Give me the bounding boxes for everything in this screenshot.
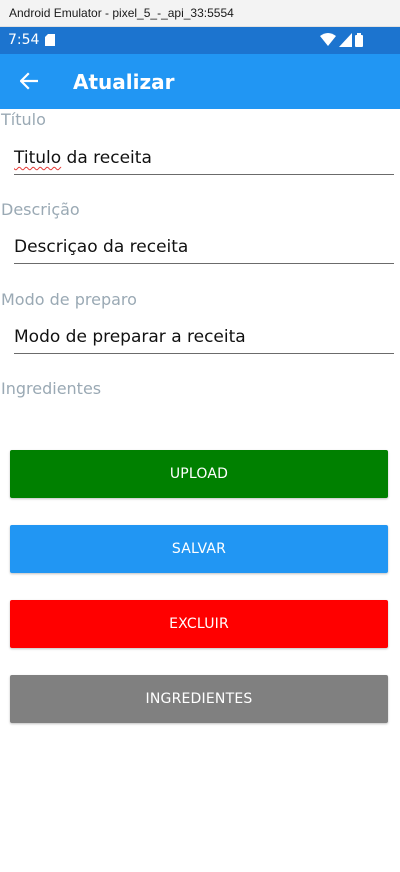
excluir-button[interactable]: EXCLUIR (10, 600, 388, 648)
ingredientes-label: Ingredientes (1, 379, 102, 398)
titulo-input[interactable]: Titulo da receita (14, 143, 394, 175)
ingredientes-button[interactable]: INGREDIENTES (10, 675, 388, 723)
descricao-input[interactable]: Descriçao da receita (14, 232, 394, 264)
back-button[interactable] (10, 62, 48, 100)
modo-preparo-input[interactable]: Modo de preparar a receita (14, 322, 394, 354)
modo-preparo-label: Modo de preparo (1, 290, 137, 309)
wifi-icon (320, 33, 336, 46)
modo-preparo-value: Modo de preparar a receita (14, 327, 246, 347)
salvar-button[interactable]: SALVAR (10, 525, 388, 573)
status-time: 7:54 (8, 32, 40, 48)
battery-icon (355, 33, 363, 47)
descricao-label: Descrição (1, 200, 80, 219)
page-title: Atualizar (73, 70, 175, 94)
titulo-value: Titulo da receita (14, 148, 152, 168)
toolbar: Atualizar (0, 54, 400, 109)
upload-button[interactable]: UPLOAD (10, 450, 388, 498)
sd-card-icon (45, 34, 55, 46)
signal-icon (339, 33, 352, 47)
emulator-title-bar: Android Emulator - pixel_5_-_api_33:5554 (0, 0, 400, 27)
emulator-window: Android Emulator - pixel_5_-_api_33:5554… (0, 0, 400, 872)
emulator-title: Android Emulator - pixel_5_-_api_33:5554 (9, 6, 234, 20)
arrow-left-icon (20, 72, 38, 90)
titulo-label: Título (1, 110, 46, 129)
status-icons (320, 33, 370, 47)
status-bar: 7:54 (0, 27, 400, 54)
descricao-value: Descriçao da receita (14, 237, 189, 257)
